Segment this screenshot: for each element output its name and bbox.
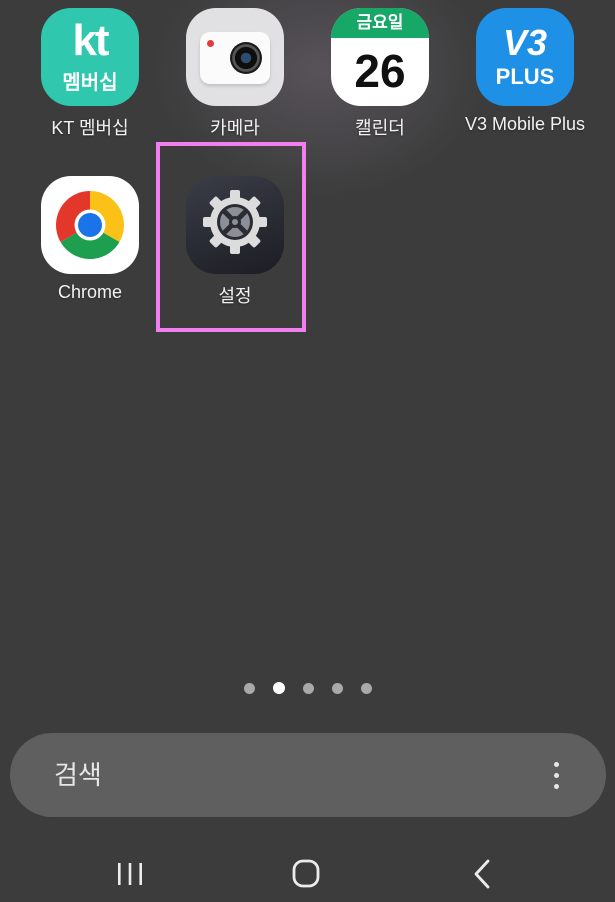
page-dot[interactable] bbox=[331, 683, 343, 694]
back-icon[interactable] bbox=[462, 856, 502, 892]
kt-logo-subtext: 멤버십 bbox=[62, 72, 118, 94]
home-icon[interactable] bbox=[286, 856, 326, 892]
camera-icon bbox=[186, 8, 284, 106]
chrome-logo bbox=[56, 191, 124, 259]
calendar-weekday: 금요일 bbox=[331, 8, 429, 38]
camera-body bbox=[200, 32, 270, 84]
v3-icon: V3 PLUS bbox=[476, 8, 574, 106]
app-label: 카메라 bbox=[210, 118, 260, 138]
app-v3-mobile-plus[interactable]: V3 PLUS V3 Mobile Plus bbox=[452, 8, 598, 135]
recent-apps-icon[interactable] bbox=[110, 856, 150, 892]
page-dot-active[interactable] bbox=[272, 682, 285, 694]
v3-logo-subtext: PLUS bbox=[495, 64, 555, 89]
search-bar[interactable]: 검색 bbox=[10, 733, 606, 817]
kt-logo-text: kt bbox=[72, 16, 109, 65]
page-dot[interactable] bbox=[302, 683, 314, 694]
app-camera[interactable]: 카메라 bbox=[162, 8, 308, 140]
page-dot[interactable] bbox=[243, 683, 255, 694]
more-options-icon[interactable] bbox=[554, 762, 560, 790]
app-chrome[interactable]: Chrome bbox=[17, 176, 163, 303]
page-dot[interactable] bbox=[360, 683, 372, 694]
v3-logo-text: V3 bbox=[502, 22, 548, 63]
chrome-icon bbox=[41, 176, 139, 274]
search-placeholder: 검색 bbox=[54, 760, 102, 790]
navigation-bar bbox=[0, 848, 615, 902]
app-calendar[interactable]: 금요일 26 캘린더 bbox=[307, 8, 453, 140]
calendar-day: 26 bbox=[354, 45, 406, 97]
app-label: V3 Mobile Plus bbox=[464, 114, 586, 134]
calendar-icon: 금요일 26 bbox=[331, 8, 429, 106]
kt-membership-icon: kt 멤버십 bbox=[41, 8, 139, 106]
settings-highlight-box bbox=[156, 142, 306, 332]
camera-lens bbox=[230, 42, 262, 74]
app-kt-membership[interactable]: kt 멤버십 KT 멤버십 bbox=[17, 8, 163, 140]
app-label: KT 멤버십 bbox=[51, 118, 129, 138]
page-indicator bbox=[0, 682, 615, 694]
camera-flash-dot bbox=[207, 40, 214, 47]
app-label: Chrome bbox=[57, 282, 123, 302]
app-label: 캘린더 bbox=[355, 118, 405, 138]
